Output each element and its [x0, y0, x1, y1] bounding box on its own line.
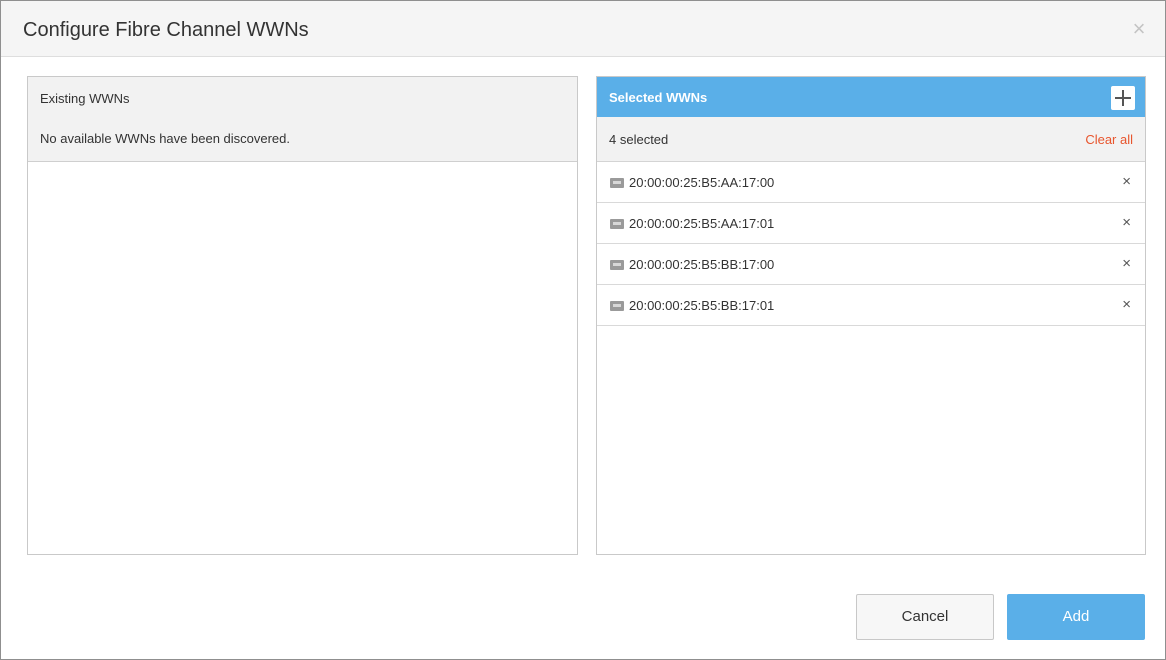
- wwn-value: 20:00:00:25:B5:AA:17:00: [629, 175, 775, 190]
- close-icon[interactable]: ×: [1129, 18, 1149, 40]
- clear-all-link[interactable]: Clear all: [1085, 132, 1133, 147]
- cancel-button[interactable]: Cancel: [856, 594, 994, 640]
- fibre-port-icon: [610, 301, 624, 311]
- dialog-header: Configure Fibre Channel WWNs ×: [1, 1, 1165, 57]
- wwn-value: 20:00:00:25:B5:BB:17:00: [629, 257, 775, 272]
- remove-wwn-icon[interactable]: ×: [1122, 214, 1131, 231]
- list-item: 20:00:00:25:B5:BB:17:00 ×: [597, 244, 1145, 285]
- selected-wwns-title: Selected WWNs: [609, 90, 708, 105]
- fibre-port-icon: [610, 178, 624, 188]
- selected-wwns-header: Selected WWNs: [597, 77, 1145, 117]
- remove-wwn-icon[interactable]: ×: [1122, 255, 1131, 272]
- remove-wwn-icon[interactable]: ×: [1122, 296, 1131, 313]
- selection-bar: 4 selected Clear all: [597, 117, 1145, 162]
- selected-count: 4 selected: [609, 132, 669, 147]
- remove-wwn-icon[interactable]: ×: [1122, 173, 1131, 190]
- wwn-value: 20:00:00:25:B5:BB:17:01: [629, 298, 775, 313]
- selected-wwns-panel: Selected WWNs 4 selected Clear all 20:00…: [596, 76, 1146, 555]
- existing-wwns-header: Existing WWNs No available WWNs have bee…: [28, 77, 577, 162]
- add-button[interactable]: Add: [1007, 594, 1145, 640]
- fibre-port-icon: [610, 219, 624, 229]
- existing-wwns-title: Existing WWNs: [40, 91, 130, 106]
- fibre-port-icon: [610, 260, 624, 270]
- existing-wwns-panel: Existing WWNs No available WWNs have bee…: [27, 76, 578, 555]
- add-wwn-plus-icon[interactable]: [1111, 86, 1135, 110]
- existing-wwns-empty-message: No available WWNs have been discovered.: [40, 131, 291, 146]
- selected-wwns-list: 20:00:00:25:B5:AA:17:00 × 20:00:00:25:B5…: [597, 162, 1145, 326]
- list-item: 20:00:00:25:B5:AA:17:01 ×: [597, 203, 1145, 244]
- list-item: 20:00:00:25:B5:AA:17:00 ×: [597, 162, 1145, 203]
- dialog-title: Configure Fibre Channel WWNs: [23, 19, 309, 41]
- wwn-value: 20:00:00:25:B5:AA:17:01: [629, 216, 775, 231]
- configure-wwns-dialog: Configure Fibre Channel WWNs × Existing …: [0, 0, 1166, 660]
- list-item: 20:00:00:25:B5:BB:17:01 ×: [597, 285, 1145, 326]
